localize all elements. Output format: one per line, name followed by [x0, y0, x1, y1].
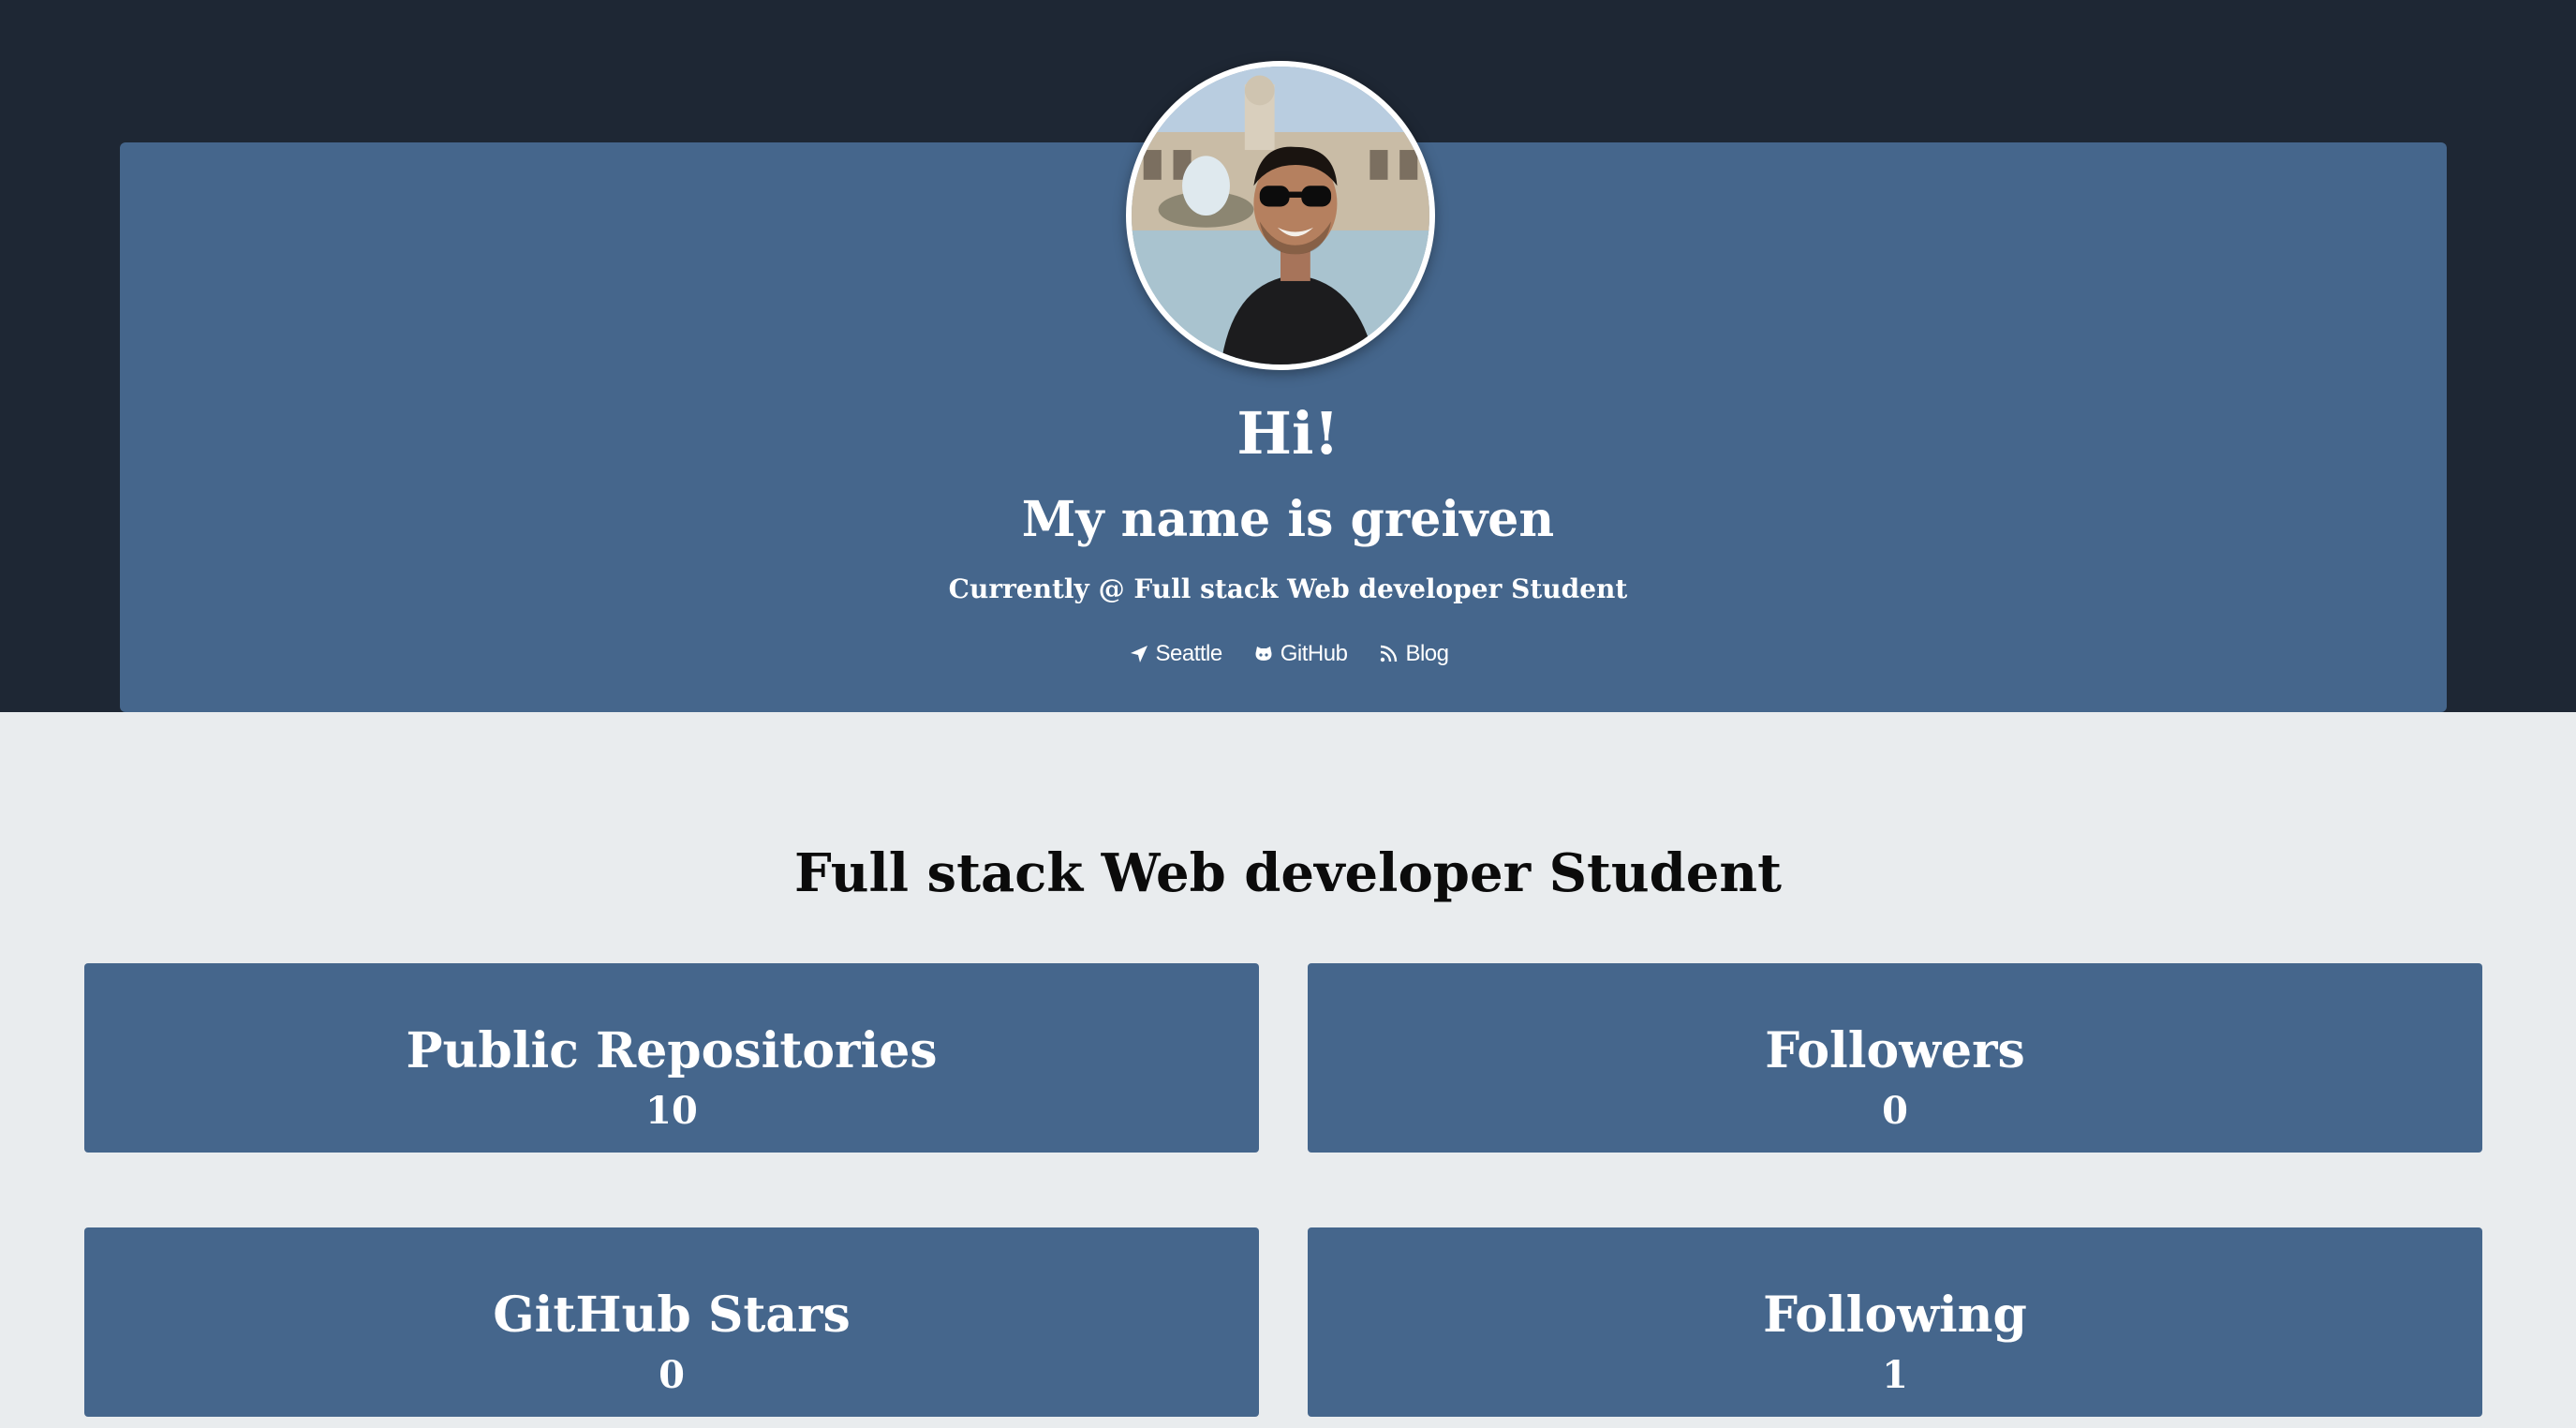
location-arrow-icon — [1130, 646, 1147, 662]
location-link[interactable]: Seattle — [1128, 633, 1222, 675]
stat-card-followers: Followers 0 — [1308, 963, 2482, 1153]
stat-label: GitHub Stars — [493, 1287, 851, 1344]
avatar — [1126, 61, 1435, 370]
blog-link[interactable]: Blog — [1377, 633, 1449, 675]
stat-label: Following — [1763, 1287, 2027, 1344]
profile-links: Seattle GitHub Blog — [0, 633, 2576, 675]
tagline: Currently @ Full stack Web developer Stu… — [948, 573, 1628, 604]
github-icon — [1255, 647, 1272, 661]
stat-value: 0 — [659, 1353, 685, 1397]
section-title: Full stack Web developer Student — [794, 842, 1782, 904]
github-link-label: GitHub — [1280, 641, 1348, 666]
stat-card-public-repositories: Public Repositories 10 — [84, 963, 1259, 1153]
location-link-label: Seattle — [1155, 641, 1223, 666]
stat-label: Followers — [1765, 1022, 2025, 1079]
avatar-photo — [1132, 67, 1429, 364]
stat-card-following: Following 1 — [1308, 1227, 2482, 1417]
rss-icon — [1381, 645, 1398, 662]
name-heading: My name is greiven — [1021, 491, 1555, 548]
stat-card-github-stars: GitHub Stars 0 — [84, 1227, 1259, 1417]
stat-value: 10 — [645, 1089, 698, 1133]
github-link[interactable]: GitHub — [1252, 633, 1348, 675]
greeting-heading: Hi! — [1236, 399, 1340, 468]
blog-link-label: Blog — [1405, 641, 1449, 666]
stat-value: 1 — [1882, 1353, 1908, 1397]
stat-value: 0 — [1882, 1089, 1908, 1133]
stat-label: Public Repositories — [406, 1022, 938, 1079]
